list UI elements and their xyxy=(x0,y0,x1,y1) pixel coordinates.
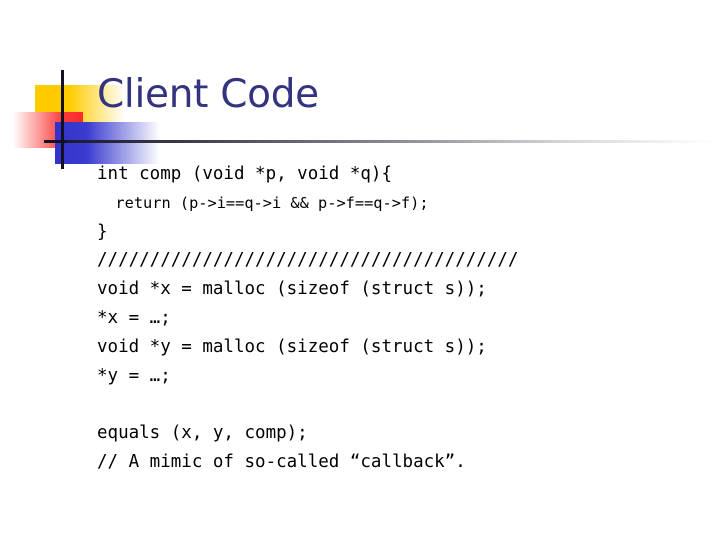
code-line: return (p->i==q->i && p->f==q->f); xyxy=(97,193,429,212)
blue-square-icon xyxy=(55,122,160,164)
code-line: //////////////////////////////////////// xyxy=(97,250,519,271)
title-divider xyxy=(66,140,714,143)
crosshair-vertical-icon xyxy=(61,70,64,169)
code-line: // A mimic of so-called “callback”. xyxy=(97,451,466,472)
code-line: int comp (void *p, void *q){ xyxy=(97,164,393,184)
code-block: int comp (void *p, void *q){ return (p->… xyxy=(97,160,697,477)
code-line: *y = …; xyxy=(97,365,171,386)
code-line: } xyxy=(97,221,108,242)
code-line: void *x = malloc (sizeof (struct s)); xyxy=(97,279,487,300)
code-line: void *y = malloc (sizeof (struct s)); xyxy=(97,336,487,357)
code-line: equals (x, y, comp); xyxy=(97,423,308,444)
page-title: Client Code xyxy=(97,72,319,117)
slide: Client Code int comp (void *p, void *q){… xyxy=(0,0,720,540)
code-line: *x = …; xyxy=(97,307,171,328)
